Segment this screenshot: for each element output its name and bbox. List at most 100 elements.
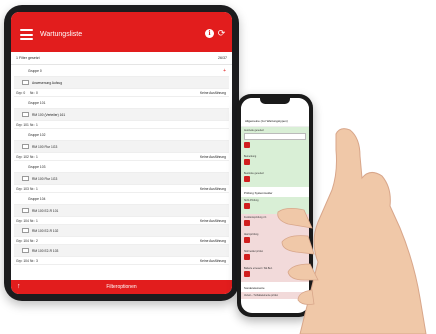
expand-icon bbox=[22, 144, 29, 149]
item-meta: Grp: 0 Nr.: 0 Keine Ausführung bbox=[14, 89, 229, 97]
header-actions: i ⟳ bbox=[205, 29, 226, 38]
list-item[interactable]: Anwesenung Aufzug bbox=[14, 77, 229, 89]
item-label: RM 100 E2-R 101 bbox=[32, 208, 59, 213]
phone-device: Allgemeine (zur Wartungstypen) Autozeile… bbox=[237, 94, 313, 317]
field-label: Bemerkung bbox=[244, 155, 257, 158]
item-meta: Grp: 103 Nr.: 1 Keine Ausführung bbox=[14, 185, 229, 193]
item-number: Nr.: 2 bbox=[30, 238, 38, 243]
expand-icon bbox=[22, 176, 29, 181]
field-label: Alarmprüfung bbox=[244, 233, 259, 236]
field-label: Sicht-Prüfung bbox=[244, 199, 259, 202]
filter-status: 1 Filter gesetzt bbox=[16, 56, 40, 60]
item-meta: Grp: 104 Nr.: 1 Keine Ausführung bbox=[14, 217, 229, 225]
group-label: Gruppe 103 bbox=[28, 165, 46, 169]
field-label: Störmelder prüfen bbox=[244, 250, 264, 253]
result-count: 26/37 bbox=[218, 56, 227, 60]
execution-status: Keine Ausführung bbox=[199, 186, 226, 191]
expand-icon bbox=[22, 228, 29, 233]
phone-form-field: Bestücke generiert bbox=[241, 170, 309, 187]
phone-notch bbox=[260, 98, 290, 104]
item-meta: Grp: 102 Nr.: 1 Keine Ausführung bbox=[14, 153, 229, 161]
text-field[interactable] bbox=[244, 133, 306, 140]
phone-screen: Allgemeine (zur Wartungstypen) Autozeile… bbox=[241, 98, 309, 313]
group-number: Grp: 101 bbox=[16, 122, 29, 127]
execution-status: Keine Ausführung bbox=[199, 154, 226, 159]
item-label: RM 100 Flur 1G3 bbox=[32, 176, 58, 181]
group-header[interactable]: Gruppe 0 + bbox=[14, 65, 229, 77]
toggle-button[interactable] bbox=[244, 254, 250, 260]
item-meta: Grp: 104 Nr.: 2 Keine Ausführung bbox=[14, 237, 229, 245]
tablet-device: Wartungsliste i ⟳ 1 Filter gesetzt 26/37… bbox=[4, 5, 239, 301]
app-header: Wartungsliste i ⟳ bbox=[11, 18, 232, 52]
toggle-button[interactable] bbox=[244, 176, 250, 182]
field-label: Funktionsprüfung i.O. bbox=[244, 216, 267, 219]
tablet-screen: Wartungsliste i ⟳ 1 Filter gesetzt 26/37… bbox=[11, 12, 232, 294]
toggle-button[interactable] bbox=[244, 142, 250, 148]
add-icon[interactable]: + bbox=[223, 65, 226, 77]
group-label: Gruppe 102 bbox=[28, 133, 46, 137]
menu-icon[interactable] bbox=[20, 29, 33, 40]
group-number: Grp: 102 bbox=[16, 154, 29, 159]
group-header[interactable]: Gruppe 101 bbox=[14, 97, 229, 109]
execution-status: Keine Ausführung bbox=[199, 258, 226, 263]
filter-bar: 1 Filter gesetzt 26/37 bbox=[11, 52, 232, 65]
item-number: Nr.: 1 bbox=[30, 122, 38, 127]
group-number: Grp: 0 bbox=[16, 90, 26, 95]
refresh-icon[interactable]: ⟳ bbox=[217, 29, 226, 38]
execution-status: Keine Ausführung bbox=[199, 238, 226, 243]
group-number: Grp: 104 bbox=[16, 218, 29, 223]
item-label: RM 100 Flur 1G3 bbox=[32, 144, 58, 149]
item-number: Nr.: 1 bbox=[30, 218, 38, 223]
field-label: Bestücke generiert bbox=[244, 172, 264, 175]
expand-icon bbox=[22, 248, 29, 253]
list-item[interactable]: RM 100 (Verteiler) 161 bbox=[14, 109, 229, 121]
expand-icon bbox=[22, 208, 29, 213]
item-number: Nr.: 1 bbox=[30, 154, 38, 159]
list-item[interactable]: RM 100 E2-R 101 bbox=[14, 205, 229, 217]
filter-options-button[interactable]: Filteroptionen bbox=[11, 280, 232, 294]
group-number: Grp: 104 bbox=[16, 238, 29, 243]
list-item[interactable]: RM 100 E2-R 102 bbox=[14, 225, 229, 237]
group-header[interactable]: Gruppe 104 bbox=[14, 193, 229, 205]
group-header[interactable]: Gruppe 102 bbox=[14, 129, 229, 141]
item-label: Anwesenung Aufzug bbox=[32, 80, 63, 85]
group-number: Grp: 104 bbox=[16, 258, 29, 263]
page-title: Wartungsliste bbox=[40, 31, 83, 38]
field-label: Autozeile generiert bbox=[244, 129, 264, 132]
phone-form-group-1: Autozeile generiert Bemerkung Bestücke gen… bbox=[241, 127, 309, 187]
execution-status: Keine Ausführung bbox=[199, 218, 226, 223]
item-meta: Grp: 104 Nr.: 3 Keine Ausführung bbox=[14, 257, 229, 265]
expand-icon bbox=[22, 80, 29, 85]
toggle-button[interactable] bbox=[244, 271, 250, 277]
field-label: Batterie erneuert / Stk.Bez. bbox=[244, 267, 273, 270]
phone-separator-1: Prüfung Systemmelder bbox=[244, 191, 273, 195]
toggle-button[interactable] bbox=[244, 159, 250, 165]
group-label: Gruppe 101 bbox=[28, 101, 46, 105]
list-item[interactable]: RM 100 Flur 1G3 bbox=[14, 141, 229, 153]
phone-form-field: Alarmprüfung bbox=[241, 231, 309, 248]
execution-status: Keine Ausführung bbox=[199, 90, 226, 95]
group-header[interactable]: Gruppe 103 bbox=[14, 161, 229, 173]
toggle-button[interactable] bbox=[244, 203, 250, 209]
list-item[interactable]: RM 100 Flur 1G3 bbox=[14, 173, 229, 185]
group-label: Gruppe 104 bbox=[28, 197, 46, 201]
phone-form-field: Sicht-Prüfung bbox=[241, 197, 309, 214]
phone-tail-section: Verteil.- / Schaltelemente prüfen bbox=[241, 292, 309, 299]
toggle-button[interactable] bbox=[244, 220, 250, 226]
phone-form-field: Bemerkung bbox=[241, 153, 309, 170]
item-meta: Grp: 101 Nr.: 1 bbox=[14, 121, 229, 129]
maintenance-list: Gruppe 0 + Anwesenung Aufzug Grp: 0 Nr.: 0 Ke… bbox=[11, 65, 232, 265]
item-label: RM 100 (Verteiler) 161 bbox=[32, 112, 66, 117]
info-icon[interactable]: i bbox=[205, 29, 214, 38]
item-label: RM 100 E2-R 103 bbox=[32, 248, 59, 253]
list-item[interactable]: RM 100 E2-R 103 bbox=[14, 245, 229, 257]
expand-icon bbox=[22, 112, 29, 117]
phone-form-field: Funktionsprüfung i.O. bbox=[241, 214, 309, 231]
bottom-bar: ↑ Filteroptionen bbox=[11, 280, 232, 294]
group-label: Gruppe 0 bbox=[28, 69, 42, 73]
phone-separator-2: Sonderelemente bbox=[244, 286, 265, 290]
item-label: RM 100 E2-R 102 bbox=[32, 228, 59, 233]
group-number: Grp: 103 bbox=[16, 186, 29, 191]
phone-form-group-2: Sicht-Prüfung Funktionsprüfung i.O. Alarmp… bbox=[241, 197, 309, 282]
toggle-button[interactable] bbox=[244, 237, 250, 243]
